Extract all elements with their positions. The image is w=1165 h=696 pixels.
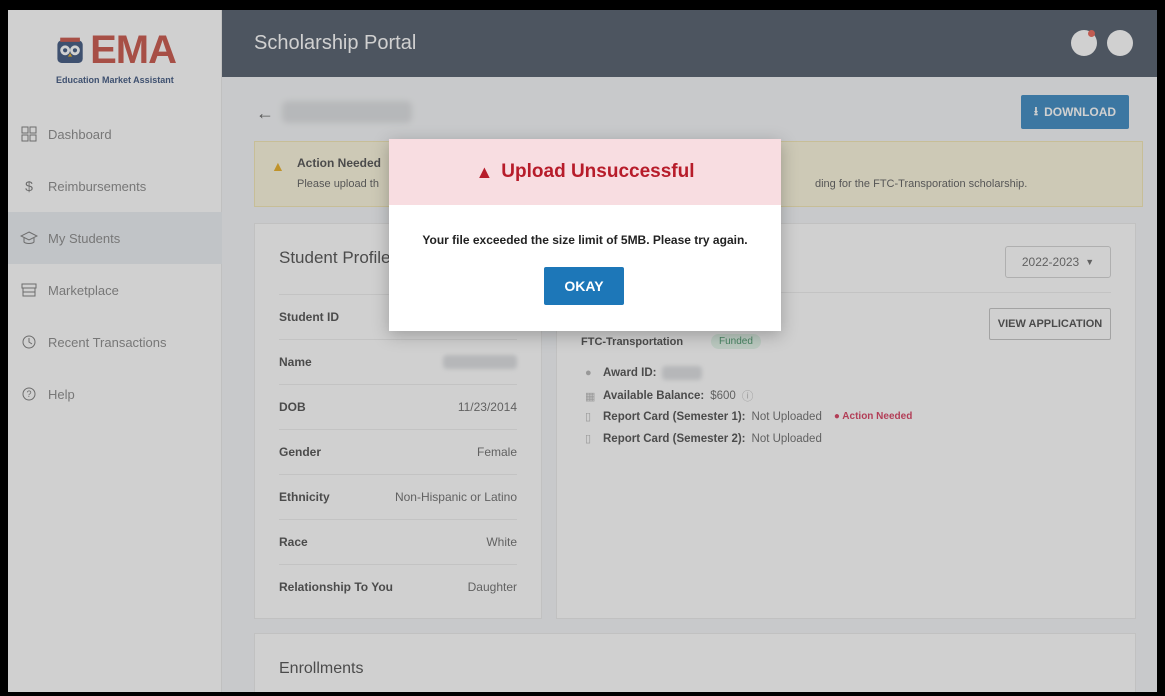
- app-root: EMA Education Market Assistant Dashboard…: [8, 10, 1157, 692]
- modal-title: Upload Unsuccessful: [501, 161, 695, 182]
- app-frame: EMA Education Market Assistant Dashboard…: [8, 10, 1157, 692]
- upload-error-modal: ▲ Upload Unsuccessful Your file exceeded…: [389, 139, 781, 331]
- okay-button[interactable]: OKAY: [544, 267, 624, 305]
- warning-icon: ▲: [475, 161, 494, 182]
- modal-message: Your file exceeded the size limit of 5MB…: [422, 233, 748, 247]
- modal-overlay[interactable]: [8, 10, 1157, 692]
- modal-header: ▲ Upload Unsuccessful: [389, 139, 781, 205]
